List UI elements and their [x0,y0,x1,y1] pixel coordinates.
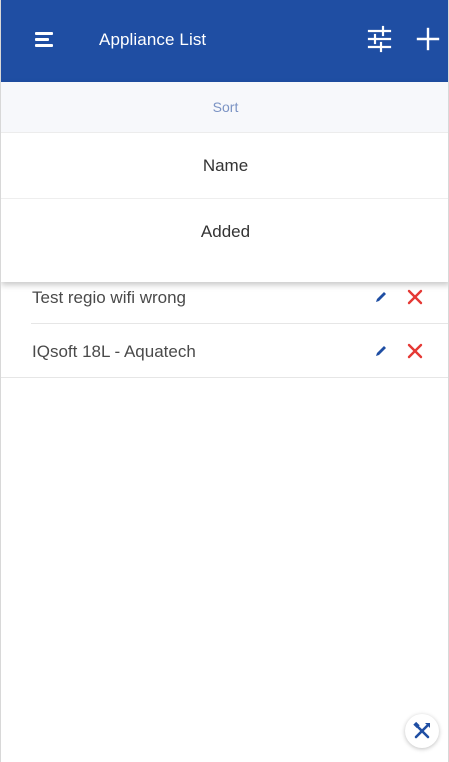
menu-icon[interactable] [33,26,63,56]
pencil-icon[interactable] [373,343,389,359]
sort-option-added[interactable]: Added [1,199,448,265]
sort-option-name[interactable]: Name [1,133,448,199]
pencil-icon[interactable] [373,289,389,305]
tools-icon [413,721,430,739]
tools-button[interactable] [405,714,439,748]
app-bar: Appliance List [1,0,448,82]
sort-option-label: Name [202,156,249,175]
sort-option-label: Added [200,222,251,241]
list-item[interactable]: IQsoft 18L - Aquatech [1,324,448,378]
page-title: Appliance List [99,30,207,49]
appliance-name: Test regio wifi wrong [32,288,187,307]
divider [1,377,448,378]
plus-icon[interactable] [413,22,443,56]
appliance-list: Test regio wifi wrong IQsoft 18L - Aquat… [1,270,448,378]
appliance-name: IQsoft 18L - Aquatech [32,342,196,361]
sort-dropdown: Sort Name Added [1,82,448,282]
close-icon[interactable] [405,341,425,361]
appliance-list-screen: Appliance List Test regio wifi wrong IQs… [0,0,449,762]
sort-header: Sort [1,82,448,133]
sliders-icon[interactable] [366,24,398,56]
close-icon[interactable] [405,287,425,307]
